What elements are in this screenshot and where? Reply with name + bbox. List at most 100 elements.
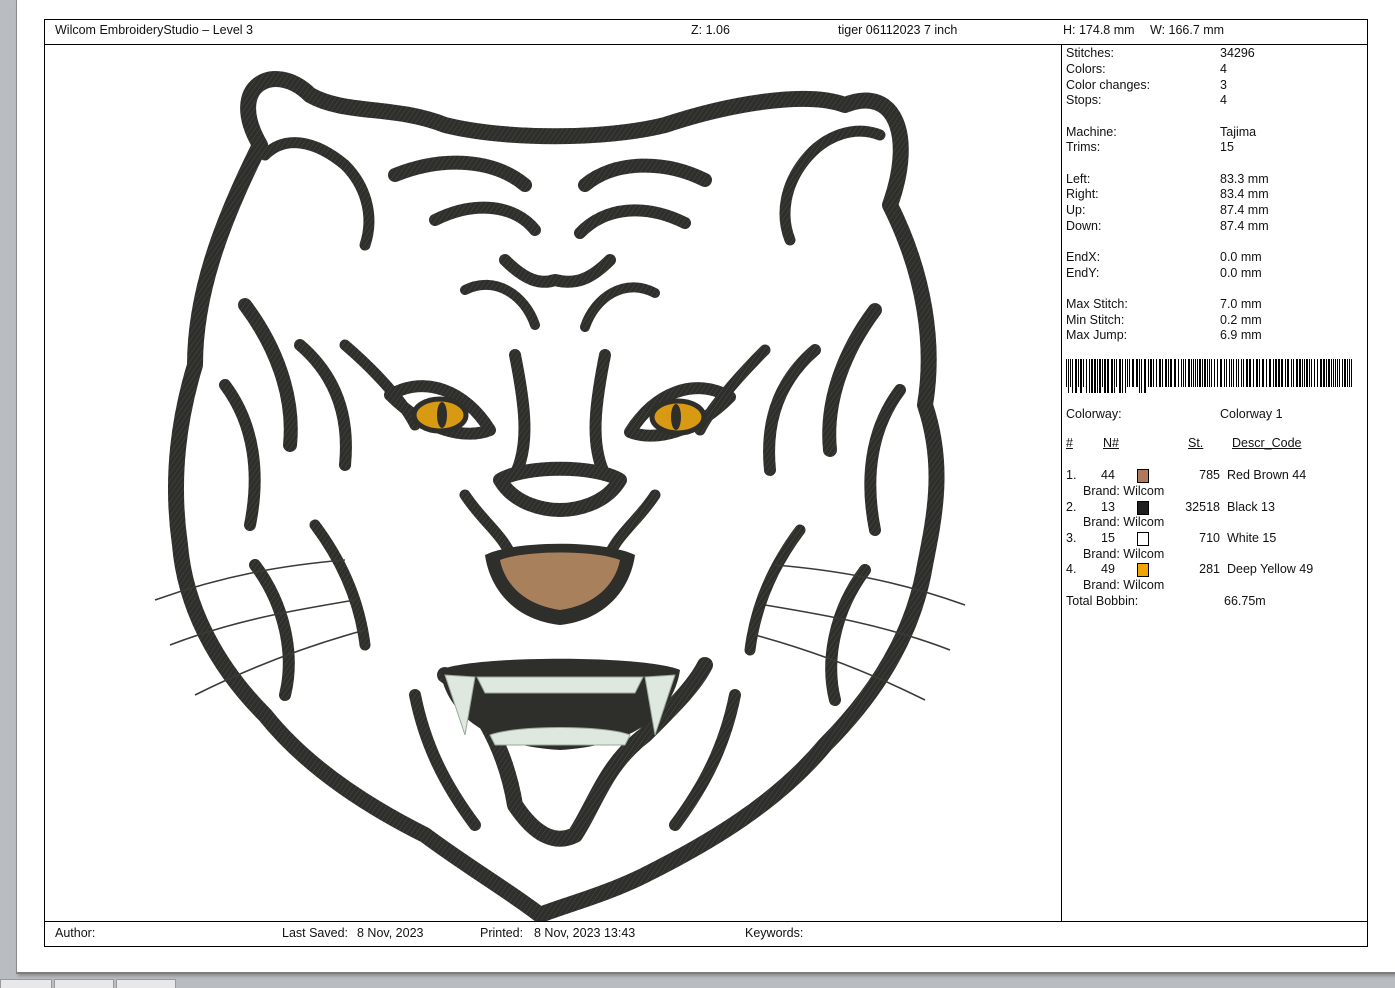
max-jump-label: Max Jump:: [1066, 328, 1128, 342]
color-row-stitches: 710: [1199, 531, 1220, 545]
barcode-bar: [1281, 359, 1283, 387]
barcode-bar: [1256, 359, 1258, 387]
barcode-bar: [1233, 359, 1234, 387]
barcode-bar: [1224, 359, 1225, 387]
design-preview: [45, 45, 1062, 921]
barcode-bar: [1285, 359, 1286, 387]
app-title: Wilcom EmbroideryStudio – Level 3: [55, 23, 253, 37]
barcode-bar: [1347, 359, 1348, 387]
colors-label: Colors:: [1066, 62, 1106, 76]
barcode-bar: [1089, 359, 1090, 393]
barcode-bar: [1337, 359, 1338, 387]
barcode-bar: [1170, 359, 1172, 387]
barcode-bar: [1293, 359, 1294, 387]
left-value: 83.3 mm: [1220, 172, 1269, 186]
barcode-bar: [1066, 359, 1067, 387]
barcode-bar: [1174, 359, 1176, 387]
color-row-needle: 49: [1101, 562, 1115, 576]
color-row-descr: Black 13: [1227, 500, 1275, 514]
color-row-descr: Red Brown 44: [1227, 468, 1307, 482]
barcode-bar: [1162, 359, 1163, 387]
barcode-bar: [1094, 359, 1096, 393]
barcode-bar: [1229, 359, 1230, 387]
barcode-bar: [1199, 359, 1201, 387]
barcode-bar: [1335, 359, 1336, 387]
tiger-eyes: [411, 396, 707, 436]
colorway-label: Colorway:: [1066, 407, 1122, 421]
barcode-bar: [1342, 359, 1343, 387]
barcode-bar: [1214, 359, 1215, 387]
barcode-bar: [1299, 359, 1301, 387]
barcode-bar: [1191, 359, 1192, 387]
col-header-descr: Descr_Code: [1232, 436, 1302, 450]
barcode-bar: [1159, 359, 1161, 387]
left-label: Left:: [1066, 172, 1091, 186]
keywords-label: Keywords:: [745, 926, 804, 940]
barcode-bar: [1078, 359, 1079, 387]
trims-value: 15: [1220, 140, 1234, 154]
barcode-bar: [1287, 359, 1289, 387]
endy-value: 0.0 mm: [1220, 266, 1262, 280]
barcode-bar: [1193, 359, 1194, 387]
barcode-bar: [1296, 359, 1298, 387]
down-value: 87.4 mm: [1220, 219, 1269, 233]
barcode-bar: [1150, 359, 1152, 387]
barcode-bar: [1132, 359, 1134, 387]
col-header-stitches: St.: [1188, 436, 1204, 450]
barcode-bar: [1188, 359, 1190, 387]
color-row-needle: 13: [1101, 500, 1115, 514]
printed-label: Printed:: [480, 926, 524, 940]
up-label: Up:: [1066, 203, 1086, 217]
color-row-descr: White 15: [1227, 531, 1277, 545]
print-preview-page: Wilcom EmbroideryStudio – Level 3 Z: 1.0…: [16, 0, 1395, 974]
barcode-bar: [1168, 359, 1169, 387]
barcode-bar: [1262, 359, 1264, 387]
min-stitch-label: Min Stitch:: [1066, 313, 1125, 327]
page-frame: Wilcom EmbroideryStudio – Level 3 Z: 1.0…: [44, 19, 1368, 947]
endx-label: EndX:: [1066, 250, 1101, 264]
tiger-head-outline: [167, 71, 945, 921]
barcode-bar: [1311, 359, 1312, 387]
barcode-bar: [1107, 359, 1109, 393]
barcode-bar: [1304, 359, 1305, 387]
barcode-bar: [1314, 359, 1315, 387]
barcode-bar: [1144, 359, 1146, 393]
color-row-brand: Brand: Wilcom: [1083, 515, 1165, 529]
tiger-mouth: [485, 543, 635, 625]
machine-label: Machine:: [1066, 125, 1117, 139]
barcode-bar: [1185, 359, 1186, 387]
barcode-bar: [1097, 359, 1098, 393]
barcode-bar: [1165, 359, 1167, 387]
barcode-bar: [1119, 359, 1121, 393]
color-changes-value: 3: [1220, 78, 1227, 92]
barcode-bar: [1068, 359, 1069, 393]
design-info-panel: Stitches: 34296 Colors: 4 Color changes:…: [1062, 45, 1367, 921]
total-bobbin-label: Total Bobbin:: [1066, 594, 1139, 608]
barcode-bar: [1217, 359, 1218, 387]
author-label: Author:: [55, 926, 96, 940]
barcode-bar: [1127, 359, 1128, 387]
barcode-bar: [1183, 359, 1184, 387]
max-jump-value: 6.9 mm: [1220, 328, 1262, 342]
footer-bar: Author: Last Saved: 8 Nov, 2023 Printed:…: [45, 921, 1367, 946]
barcode-bar: [1236, 359, 1237, 387]
barcode-bar: [1269, 359, 1271, 387]
printed-value: 8 Nov, 2023 13:43: [534, 926, 636, 940]
barcode-bar: [1083, 359, 1084, 387]
barcode-bar: [1351, 359, 1352, 387]
color-row-descr: Deep Yellow 49: [1227, 562, 1314, 576]
stitches-value: 34296: [1220, 46, 1255, 60]
barcode-bar: [1091, 359, 1093, 393]
barcode-bar: [1207, 359, 1208, 387]
max-stitch-label: Max Stitch:: [1066, 297, 1128, 311]
barcode-bar: [1323, 359, 1325, 387]
tiger-embroidery-design: [154, 71, 966, 921]
color-row-stitches: 785: [1199, 468, 1220, 482]
barcode-bar: [1278, 359, 1280, 387]
barcode-bar: [1220, 359, 1222, 387]
barcode-bar: [1226, 359, 1227, 387]
header-bar: Wilcom EmbroideryStudio – Level 3 Z: 1.0…: [45, 20, 1367, 45]
barcode-bar: [1148, 359, 1149, 387]
color-row-stitches: 281: [1199, 562, 1220, 576]
barcode-bar: [1181, 359, 1182, 387]
